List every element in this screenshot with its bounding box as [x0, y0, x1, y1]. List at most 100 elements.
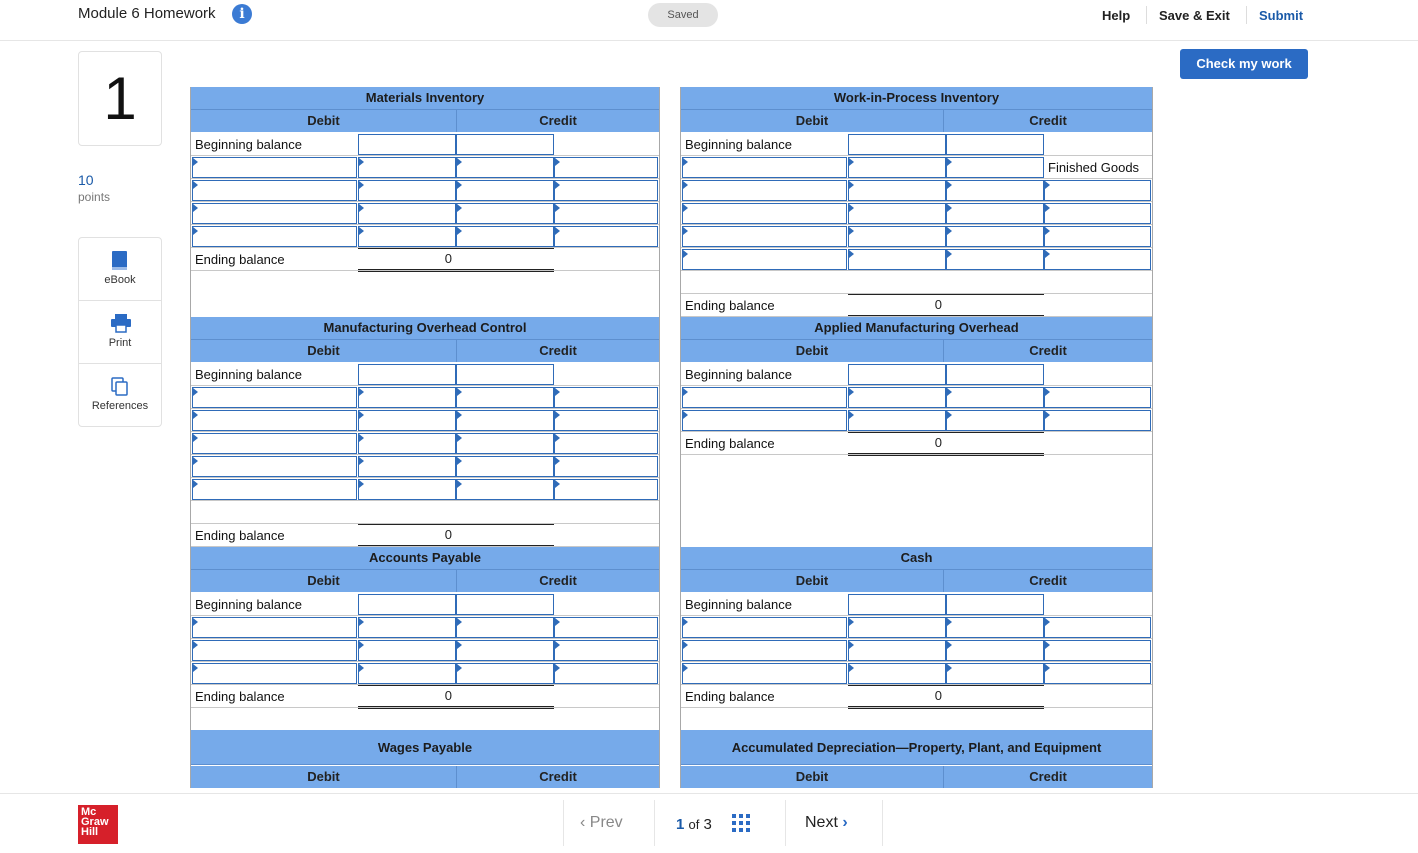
debit-account-select[interactable] [192, 387, 357, 408]
beginning-balance-debit-input[interactable] [848, 594, 946, 615]
beginning-balance-debit-input[interactable] [358, 134, 456, 155]
debit-account-select[interactable] [192, 640, 357, 661]
debit-account-select[interactable] [192, 456, 357, 477]
grid-icon[interactable] [732, 814, 751, 836]
prev-button[interactable]: ‹ Prev [580, 814, 623, 832]
credit-account-select[interactable] [1044, 226, 1151, 247]
credit-account-select[interactable] [554, 663, 658, 684]
credit-amount-input[interactable] [456, 410, 554, 431]
debit-amount-input[interactable] [358, 180, 456, 201]
credit-account-select[interactable] [1044, 203, 1151, 224]
debit-amount-input[interactable] [358, 157, 456, 178]
debit-account-select[interactable] [192, 157, 357, 178]
debit-account-select[interactable] [682, 410, 847, 431]
credit-amount-input[interactable] [456, 226, 554, 247]
debit-amount-input[interactable] [358, 433, 456, 454]
debit-account-select[interactable] [682, 640, 847, 661]
debit-amount-input[interactable] [848, 640, 946, 661]
credit-account-select[interactable] [1044, 180, 1151, 201]
beginning-balance-credit-input[interactable] [946, 364, 1044, 385]
credit-account-select[interactable] [1044, 387, 1151, 408]
credit-amount-input[interactable] [456, 479, 554, 500]
debit-amount-input[interactable] [848, 617, 946, 638]
credit-amount-input[interactable] [946, 226, 1044, 247]
debit-amount-input[interactable] [848, 387, 946, 408]
beginning-balance-debit-input[interactable] [848, 134, 946, 155]
credit-account-select[interactable] [554, 387, 658, 408]
debit-account-select[interactable] [682, 226, 847, 247]
beginning-balance-debit-input[interactable] [358, 364, 456, 385]
debit-amount-input[interactable] [848, 180, 946, 201]
credit-amount-input[interactable] [946, 617, 1044, 638]
credit-amount-input[interactable] [456, 640, 554, 661]
page-indicator[interactable]: 1 of 3 [676, 814, 751, 836]
debit-amount-input[interactable] [358, 387, 456, 408]
credit-amount-input[interactable] [946, 203, 1044, 224]
debit-account-select[interactable] [192, 433, 357, 454]
debit-amount-input[interactable] [358, 226, 456, 247]
debit-account-select[interactable] [192, 226, 357, 247]
debit-amount-input[interactable] [848, 203, 946, 224]
credit-amount-input[interactable] [456, 433, 554, 454]
debit-account-select[interactable] [192, 663, 357, 684]
debit-amount-input[interactable] [358, 663, 456, 684]
credit-amount-input[interactable] [456, 203, 554, 224]
credit-account-select[interactable] [1044, 663, 1151, 684]
credit-amount-input[interactable] [946, 663, 1044, 684]
credit-amount-input[interactable] [456, 180, 554, 201]
credit-amount-input[interactable] [946, 157, 1044, 178]
beginning-balance-debit-input[interactable] [848, 364, 946, 385]
credit-amount-input[interactable] [946, 387, 1044, 408]
next-button[interactable]: Next › [805, 814, 848, 832]
credit-account-select[interactable] [554, 203, 658, 224]
beginning-balance-credit-input[interactable] [456, 364, 554, 385]
beginning-balance-debit-input[interactable] [358, 594, 456, 615]
beginning-balance-credit-input[interactable] [946, 134, 1044, 155]
debit-account-select[interactable] [192, 410, 357, 431]
beginning-balance-credit-input[interactable] [946, 594, 1044, 615]
credit-account-select[interactable] [1044, 640, 1151, 661]
credit-account-select[interactable] [1044, 249, 1151, 270]
credit-account-select[interactable] [554, 226, 658, 247]
debit-account-select[interactable] [682, 617, 847, 638]
debit-amount-input[interactable] [358, 410, 456, 431]
debit-account-select[interactable] [192, 617, 357, 638]
credit-amount-input[interactable] [456, 157, 554, 178]
credit-account-select[interactable] [1044, 617, 1151, 638]
debit-account-select[interactable] [192, 203, 357, 224]
credit-account-select[interactable] [554, 433, 658, 454]
debit-account-select[interactable] [682, 203, 847, 224]
credit-account-select[interactable] [554, 479, 658, 500]
debit-amount-input[interactable] [358, 456, 456, 477]
credit-account-select[interactable] [554, 410, 658, 431]
credit-amount-input[interactable] [456, 387, 554, 408]
debit-amount-input[interactable] [358, 640, 456, 661]
credit-account-select[interactable] [554, 640, 658, 661]
credit-amount-input[interactable] [456, 663, 554, 684]
debit-account-select[interactable] [682, 249, 847, 270]
debit-amount-input[interactable] [848, 157, 946, 178]
debit-amount-input[interactable] [848, 663, 946, 684]
debit-account-select[interactable] [682, 663, 847, 684]
debit-account-select[interactable] [682, 387, 847, 408]
debit-amount-input[interactable] [848, 249, 946, 270]
debit-amount-input[interactable] [358, 479, 456, 500]
debit-account-select[interactable] [682, 157, 847, 178]
credit-account-select[interactable] [554, 180, 658, 201]
credit-account-select[interactable] [554, 157, 658, 178]
debit-amount-input[interactable] [358, 203, 456, 224]
debit-amount-input[interactable] [358, 617, 456, 638]
credit-amount-input[interactable] [946, 249, 1044, 270]
credit-amount-input[interactable] [946, 410, 1044, 431]
credit-account-select[interactable] [554, 617, 658, 638]
debit-account-select[interactable] [682, 180, 847, 201]
debit-amount-input[interactable] [848, 410, 946, 431]
debit-account-select[interactable] [192, 479, 357, 500]
credit-amount-input[interactable] [456, 456, 554, 477]
credit-account-select[interactable] [1044, 410, 1151, 431]
beginning-balance-credit-input[interactable] [456, 134, 554, 155]
debit-amount-input[interactable] [848, 226, 946, 247]
debit-account-select[interactable] [192, 180, 357, 201]
credit-amount-input[interactable] [456, 617, 554, 638]
credit-amount-input[interactable] [946, 640, 1044, 661]
